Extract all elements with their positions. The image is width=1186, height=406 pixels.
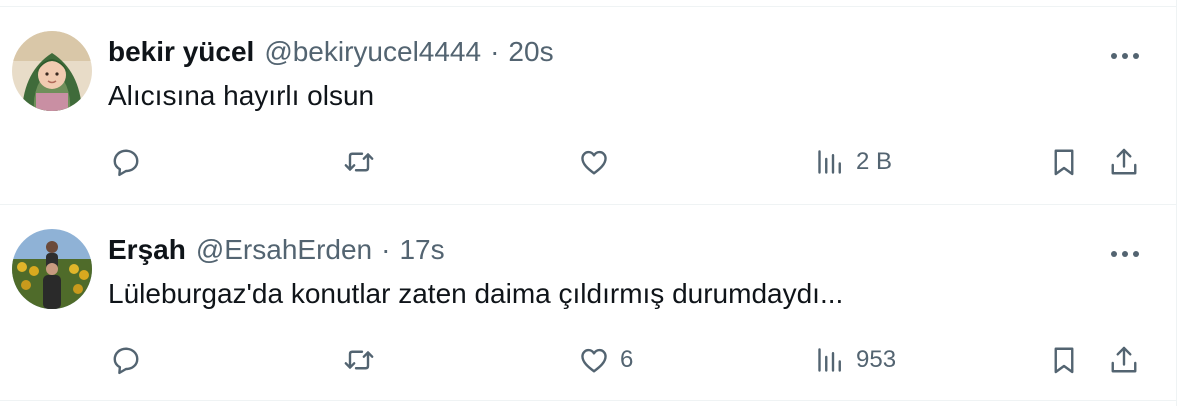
- views-count: 953: [856, 346, 897, 373]
- user-handle[interactable]: @bekiryucel4444: [264, 35, 481, 69]
- bookmark-button[interactable]: [1046, 340, 1082, 380]
- bar-chart-icon: [818, 348, 841, 372]
- ellipsis-icon: [1111, 251, 1139, 257]
- more-options-button[interactable]: [1108, 237, 1142, 271]
- avatar[interactable]: [12, 31, 92, 111]
- retweet-button[interactable]: [341, 142, 385, 182]
- separator-dot: ·: [490, 36, 500, 67]
- share-upload-icon: [1111, 346, 1137, 373]
- speech-bubble-icon: [113, 347, 139, 375]
- avatar-photo: [12, 229, 92, 309]
- avatar-photo: [12, 31, 92, 111]
- like-button[interactable]: [576, 142, 620, 182]
- tweet-text: Alıcısına hayırlı olsun: [108, 80, 375, 111]
- share-button[interactable]: [1106, 340, 1142, 380]
- user-handle[interactable]: @ErsahErden: [196, 233, 372, 267]
- retweet-arrows-icon: [344, 152, 374, 172]
- tweet-text: Lüleburgaz'da konutlar zaten daima çıldı…: [108, 278, 844, 309]
- bar-chart-icon: [818, 150, 841, 174]
- speech-bubble-icon: [113, 149, 139, 177]
- retweet-button[interactable]: [341, 340, 385, 380]
- tweet[interactable]: bekir yücel @bekiryucel4444 · 20s Alıcıs…: [0, 7, 1176, 205]
- reply-button[interactable]: [108, 340, 152, 380]
- tweet-header: Erşah @ErsahErden · 17s: [108, 233, 445, 267]
- tweet-actions: 6 953: [0, 340, 1176, 380]
- share-upload-icon: [1111, 148, 1137, 175]
- bookmark-button[interactable]: [1046, 142, 1082, 182]
- like-button[interactable]: 6: [576, 340, 633, 380]
- like-count: 6: [620, 346, 634, 373]
- timestamp[interactable]: 17s: [399, 233, 444, 267]
- bookmark-icon: [1054, 347, 1074, 374]
- heart-icon: [581, 150, 607, 175]
- avatar[interactable]: [12, 229, 92, 309]
- share-button[interactable]: [1106, 142, 1142, 182]
- tweet[interactable]: Erşah @ErsahErden · 17s Lüleburgaz'da ko…: [0, 205, 1176, 401]
- bookmark-icon: [1054, 149, 1074, 176]
- more-options-button[interactable]: [1108, 39, 1142, 73]
- views-count: 2 B: [856, 148, 893, 175]
- display-name[interactable]: Erşah: [108, 233, 186, 267]
- separator-dot: ·: [381, 234, 391, 265]
- views-button[interactable]: 953: [812, 340, 896, 380]
- timeline: bekir yücel @bekiryucel4444 · 20s Alıcıs…: [0, 0, 1177, 406]
- tweet-header: bekir yücel @bekiryucel4444 · 20s: [108, 35, 554, 69]
- ellipsis-icon: [1111, 53, 1139, 59]
- retweet-arrows-icon: [344, 350, 374, 370]
- timestamp[interactable]: 20s: [508, 35, 553, 69]
- heart-icon: [581, 348, 607, 373]
- tweet-actions: 2 B: [0, 142, 1176, 182]
- views-button[interactable]: 2 B: [812, 142, 892, 182]
- display-name[interactable]: bekir yücel: [108, 35, 254, 69]
- reply-button[interactable]: [108, 142, 152, 182]
